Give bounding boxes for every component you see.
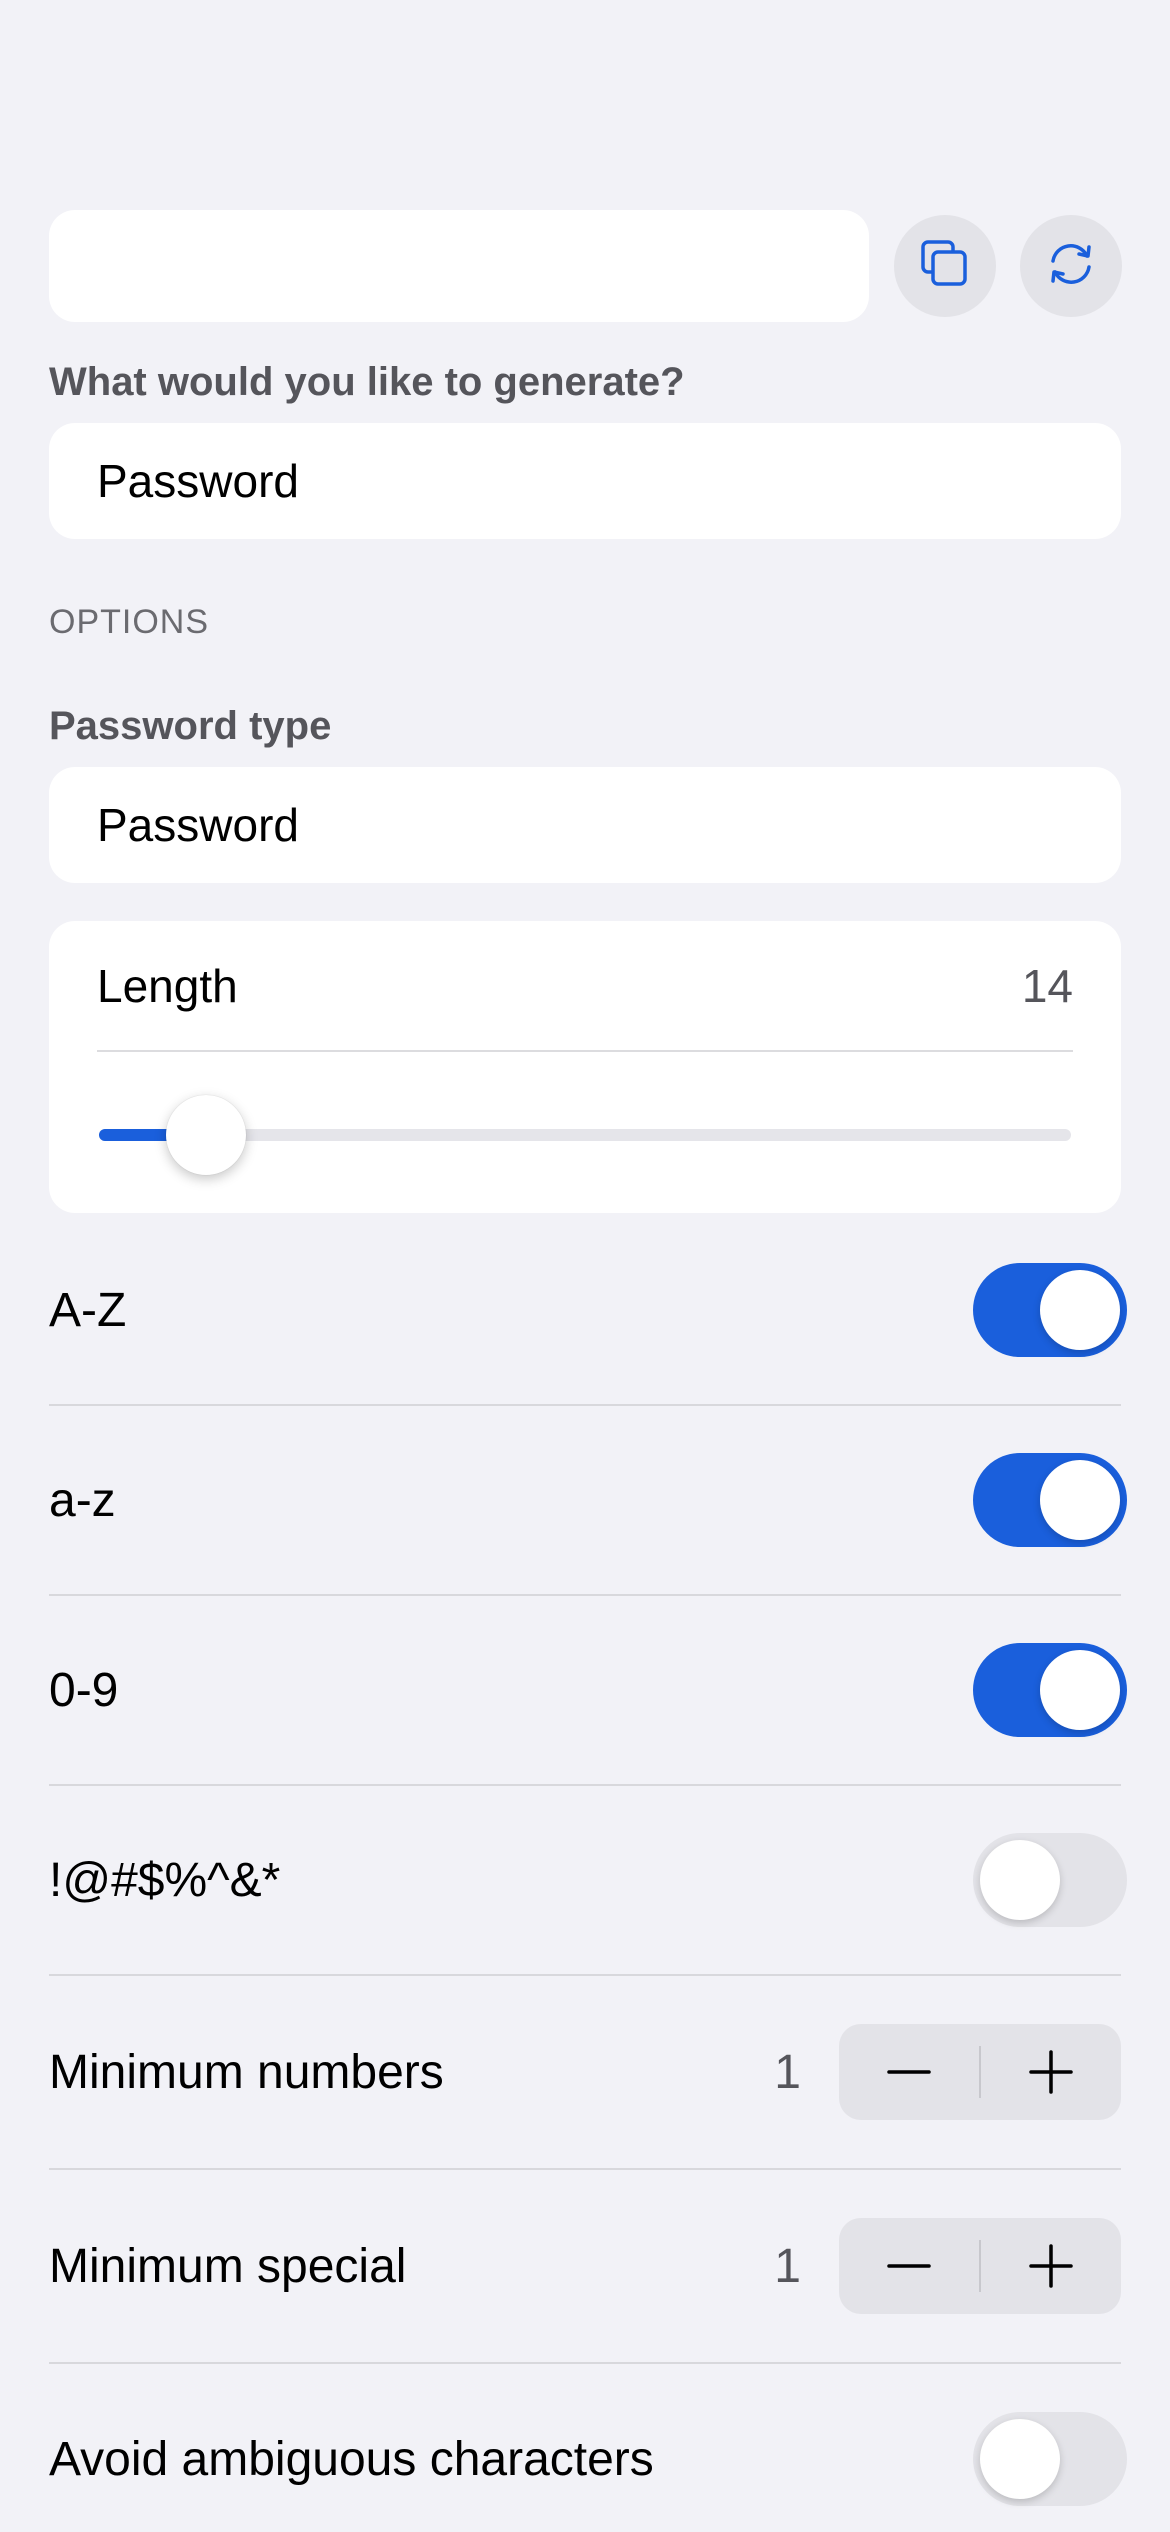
minus-icon — [887, 2264, 931, 2268]
special-row: !@#$%^&* — [49, 1786, 1127, 1976]
password-type-select[interactable]: Password — [49, 767, 1121, 883]
lowercase-toggle[interactable] — [973, 1453, 1127, 1547]
copy-icon — [919, 238, 971, 295]
lowercase-label: a-z — [49, 1473, 116, 1527]
length-divider — [97, 1050, 1073, 1052]
length-value: 14 — [1021, 960, 1073, 1012]
toggle-knob — [1040, 1460, 1120, 1540]
toggle-knob — [1040, 1270, 1120, 1350]
numbers-toggle[interactable] — [973, 1643, 1127, 1737]
uppercase-row: A-Z — [49, 1216, 1127, 1406]
length-card: Length 14 — [49, 921, 1121, 1213]
plus-icon — [1029, 2050, 1073, 2094]
numbers-label: 0-9 — [49, 1663, 119, 1717]
decrement-button[interactable] — [839, 2024, 979, 2120]
minimum-numbers-row: Minimum numbers 1 — [49, 1976, 1121, 2170]
numbers-row: 0-9 — [49, 1596, 1127, 1786]
toggle-knob — [980, 2419, 1060, 2499]
uppercase-toggle[interactable] — [973, 1263, 1127, 1357]
minimum-numbers-stepper — [839, 2024, 1121, 2120]
increment-button[interactable] — [981, 2024, 1121, 2120]
avoid-ambiguous-row: Avoid ambiguous characters — [49, 2364, 1127, 2532]
copy-button[interactable] — [894, 215, 996, 317]
length-label: Length — [97, 960, 238, 1012]
options-header: OPTIONS — [49, 603, 210, 641]
minimum-numbers-value: 1 — [774, 2045, 801, 2099]
avoid-ambiguous-toggle[interactable] — [973, 2412, 1127, 2506]
uppercase-label: A-Z — [49, 1283, 127, 1337]
minus-icon — [887, 2070, 931, 2074]
lowercase-row: a-z — [49, 1406, 1127, 1596]
generate-prompt-label: What would you like to generate? — [49, 360, 685, 404]
password-type-label: Password type — [49, 704, 332, 748]
special-label: !@#$%^&* — [49, 1853, 281, 1907]
decrement-button[interactable] — [839, 2218, 979, 2314]
special-toggle[interactable] — [973, 1833, 1127, 1927]
generate-type-value: Password — [97, 455, 299, 507]
avoid-ambiguous-label: Avoid ambiguous characters — [49, 2432, 654, 2486]
regenerate-button[interactable] — [1020, 215, 1122, 317]
generate-type-select[interactable]: Password — [49, 423, 1121, 539]
length-slider[interactable] — [99, 1095, 1071, 1175]
toggle-knob — [1040, 1650, 1120, 1730]
slider-thumb[interactable] — [165, 1095, 246, 1175]
password-type-value: Password — [97, 799, 299, 851]
generated-value-field[interactable] — [49, 210, 869, 322]
plus-icon — [1029, 2244, 1073, 2288]
minimum-special-stepper — [839, 2218, 1121, 2314]
toggle-knob — [980, 1840, 1060, 1920]
refresh-icon — [1044, 237, 1098, 296]
minimum-special-row: Minimum special 1 — [49, 2170, 1121, 2364]
generator-screen: What would you like to generate? Passwor… — [0, 0, 1170, 2532]
minimum-special-value: 1 — [774, 2239, 801, 2293]
increment-button[interactable] — [981, 2218, 1121, 2314]
